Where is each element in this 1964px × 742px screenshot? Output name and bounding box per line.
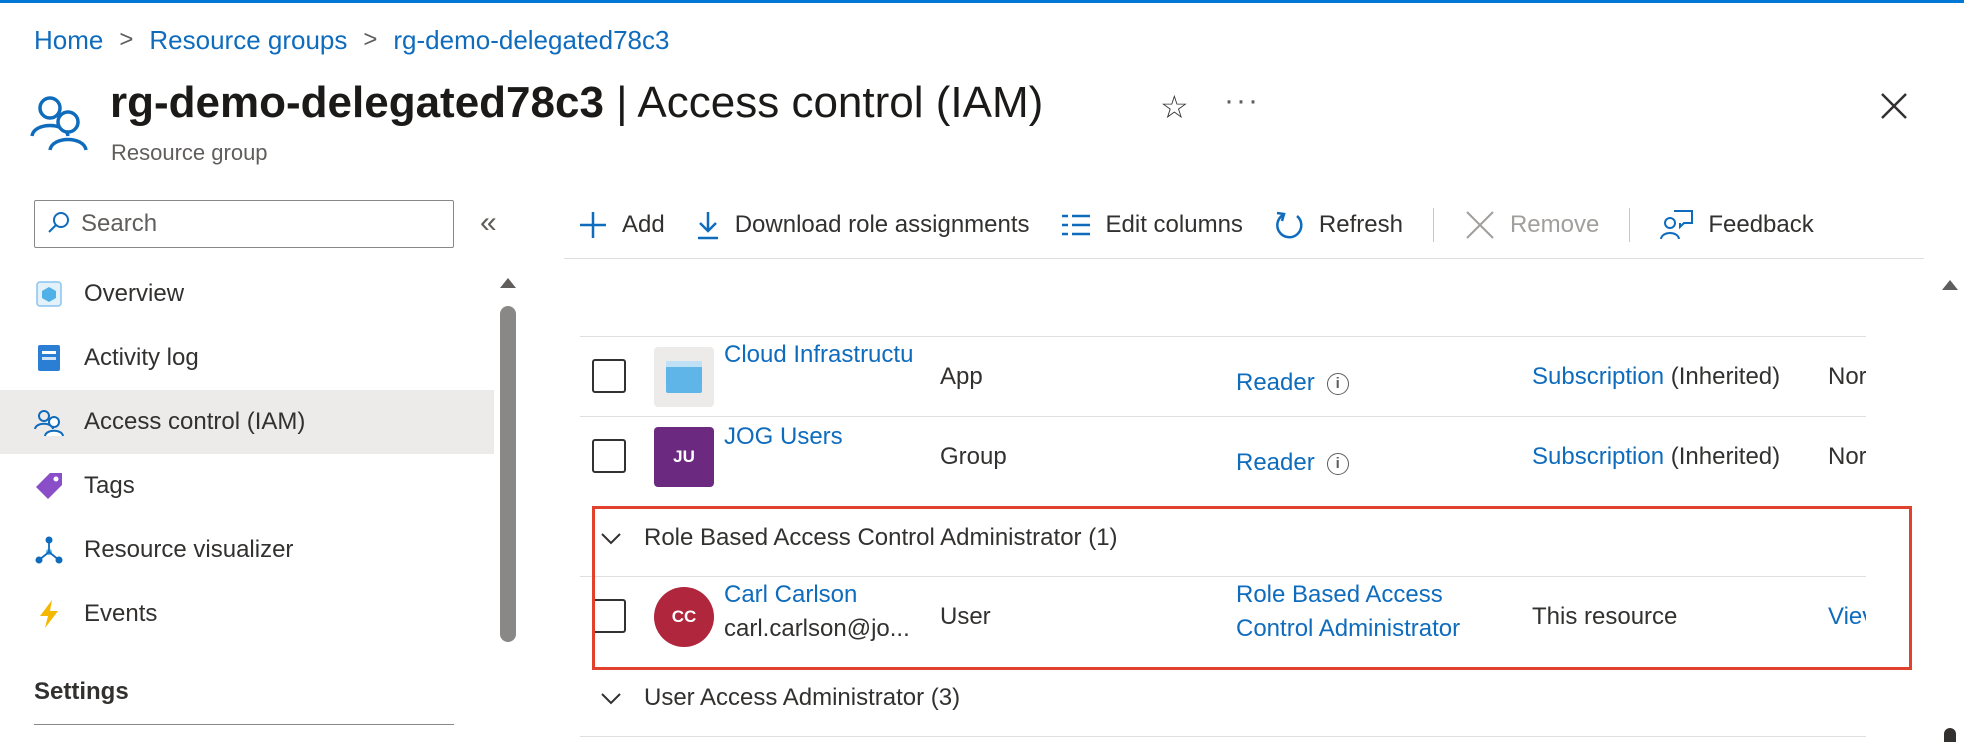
scope-suffix: (Inherited) — [1670, 363, 1781, 390]
users-icon — [30, 92, 90, 152]
resource-type-subtitle: Resource group — [111, 140, 268, 165]
sidebar-item-label: Resource visualizer — [84, 536, 294, 563]
feedback-label: Feedback — [1708, 211, 1814, 238]
toolbar-divider — [1629, 208, 1631, 242]
breadcrumb-home[interactable]: Home — [34, 25, 103, 56]
chevron-down-icon — [601, 693, 621, 705]
role-link[interactable]: Reader — [1236, 369, 1315, 396]
download-role-assignments-button[interactable]: Download role assignments — [695, 210, 1030, 240]
sidebar-item-events[interactable]: Events — [0, 582, 494, 646]
visualizer-icon — [34, 535, 64, 565]
row-checkbox[interactable] — [592, 359, 626, 393]
sidebar-item-label: Overview — [84, 280, 185, 307]
resource-name: rg-demo-delegated78c3 — [110, 78, 604, 127]
star-icon[interactable]: ☆ — [1160, 88, 1189, 126]
main-scrollbar-thumb[interactable] — [1944, 728, 1956, 742]
principal-type: Group — [940, 443, 1007, 470]
edit-columns-button[interactable]: Edit columns — [1060, 211, 1243, 239]
breadcrumb-resource-groups[interactable]: Resource groups — [149, 25, 347, 56]
portal-top-accent-bar — [0, 0, 1964, 3]
plus-icon — [580, 212, 606, 238]
sidebar-scrollbar-thumb[interactable] — [500, 306, 516, 642]
truncated-row-remnant — [700, 326, 860, 334]
row-divider — [580, 736, 1866, 737]
blade-name: Access control (IAM) — [637, 78, 1044, 127]
command-bar: Add Download role assignments Edit colum… — [578, 200, 1844, 250]
principal-name-link[interactable]: JOG Users — [724, 423, 843, 451]
divider — [564, 258, 1924, 259]
breadcrumb-resource-group[interactable]: rg-demo-delegated78c3 — [393, 25, 669, 56]
refresh-button[interactable]: Refresh — [1273, 209, 1403, 241]
sidebar-item-label: Activity log — [84, 344, 199, 371]
info-icon[interactable]: i — [1326, 452, 1349, 475]
sidebar-item-tags[interactable]: Tags — [0, 454, 494, 518]
breadcrumb-separator: > — [119, 26, 134, 53]
overview-icon — [34, 279, 64, 309]
collapse-sidebar-button[interactable]: « — [480, 206, 497, 240]
sidebar-item-overview[interactable]: Overview — [0, 262, 494, 326]
iam-icon — [34, 407, 64, 437]
refresh-icon — [1276, 211, 1303, 239]
toolbar-divider — [1432, 208, 1434, 242]
feedback-button[interactable]: Feedback — [1660, 209, 1814, 241]
highlight-box — [592, 506, 1912, 670]
sidebar-nav: Overview Activity log Access control (IA… — [0, 262, 494, 646]
sidebar-scroll-up-arrow[interactable] — [500, 278, 516, 288]
condition-cell: Nor — [1828, 363, 1866, 390]
main-scroll-up-arrow[interactable] — [1942, 280, 1958, 290]
app-icon — [654, 347, 714, 407]
sidebar-item-label: Tags — [84, 472, 135, 499]
role-link[interactable]: Reader — [1236, 449, 1315, 476]
sidebar-item-activity-log[interactable]: Activity log — [0, 326, 494, 390]
add-button[interactable]: Add — [578, 210, 665, 240]
row-checkbox[interactable] — [592, 439, 626, 473]
events-icon — [34, 599, 64, 629]
divider — [34, 724, 454, 725]
group-header-user-access-admin[interactable]: User Access Administrator (3) — [600, 684, 960, 712]
group-title: User Access Administrator (3) — [644, 684, 961, 711]
refresh-label: Refresh — [1318, 211, 1403, 238]
remove-button[interactable]: Remove — [1464, 209, 1599, 241]
sidebar-item-label: Events — [84, 600, 158, 627]
columns-icon — [1061, 214, 1090, 236]
edit-columns-label: Edit columns — [1105, 211, 1243, 238]
breadcrumb: Home > Resource groups > rg-demo-delegat… — [34, 22, 669, 58]
scope-link[interactable]: Subscription — [1532, 363, 1664, 390]
info-icon[interactable]: i — [1326, 372, 1349, 395]
avatar: JU — [654, 427, 714, 487]
search-icon — [47, 210, 71, 239]
download-button-label: Download role assignments — [734, 211, 1030, 238]
breadcrumb-separator: > — [363, 26, 378, 53]
tag-icon — [34, 471, 64, 501]
search-input[interactable] — [81, 210, 421, 238]
download-icon — [697, 212, 718, 240]
principal-name-link[interactable]: Cloud Infrastructu — [724, 341, 926, 369]
remove-icon — [1466, 211, 1494, 239]
remove-label: Remove — [1509, 211, 1600, 238]
title-separator: | — [616, 78, 628, 127]
principal-type: App — [940, 363, 983, 390]
activity-log-icon — [34, 343, 64, 373]
sidebar-item-resource-visualizer[interactable]: Resource visualizer — [0, 518, 494, 582]
feedback-icon — [1660, 210, 1694, 240]
add-button-label: Add — [622, 211, 665, 238]
table-row: JU JOG Users Group Reader i Subscription … — [580, 417, 1866, 497]
page-title: rg-demo-delegated78c3 | Access control (… — [110, 78, 1043, 128]
scope-suffix: (Inherited) — [1670, 443, 1781, 470]
sidebar-item-label: Access control (IAM) — [84, 408, 306, 435]
condition-cell: Nor — [1828, 443, 1866, 470]
sidebar-item-access-control[interactable]: Access control (IAM) — [0, 390, 494, 454]
close-icon[interactable] — [1876, 88, 1912, 124]
table-row: Cloud Infrastructu App Reader i Subscript… — [580, 337, 1866, 417]
scope-link[interactable]: Subscription — [1532, 443, 1664, 470]
sidebar-section-settings[interactable]: Settings — [34, 678, 129, 706]
search-box[interactable] — [34, 200, 454, 248]
more-options-button[interactable]: ··· — [1224, 84, 1260, 118]
